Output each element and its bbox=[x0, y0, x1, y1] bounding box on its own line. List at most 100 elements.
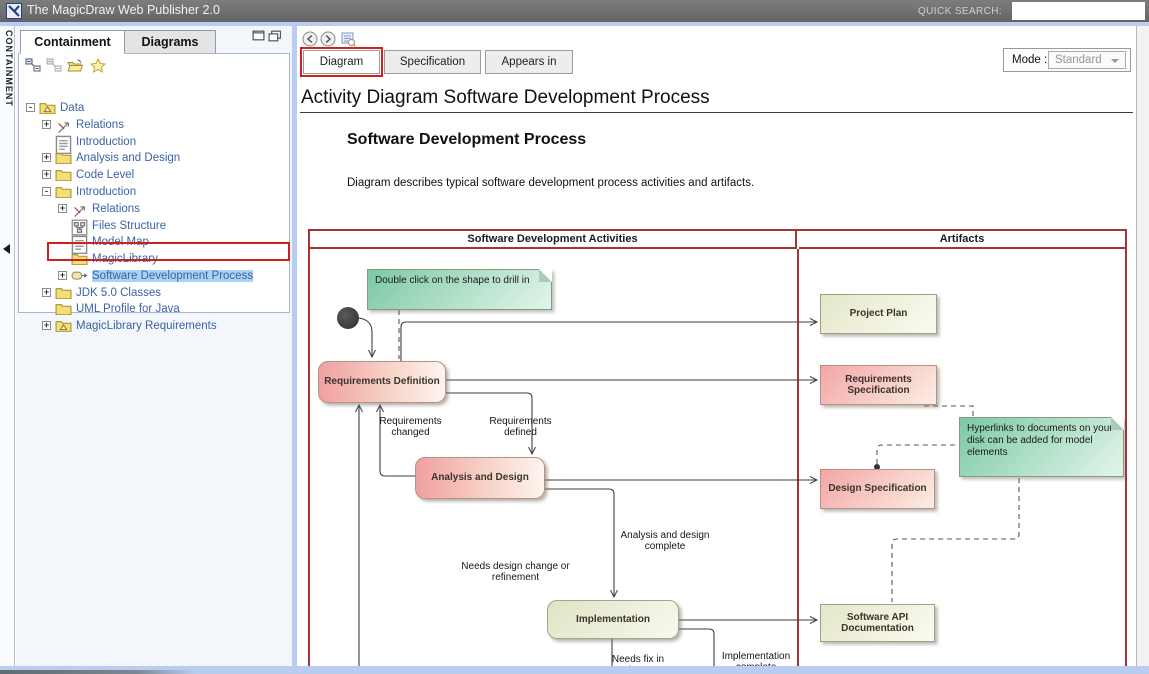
tree-item-jdk-classes[interactable]: + JDK 5.0 Classes bbox=[20, 284, 288, 301]
containment-tree-panel: - Data + Relations Introduction + Analys… bbox=[18, 53, 290, 313]
folder-icon bbox=[55, 185, 72, 199]
tree-item-label: MagicLibrary Requirements bbox=[76, 320, 217, 332]
heading-rule bbox=[300, 112, 1133, 113]
mode-control: Mode : Standard bbox=[1003, 48, 1131, 72]
tree-item-label: Introduction bbox=[76, 136, 136, 148]
sidebar-main-divider[interactable] bbox=[292, 26, 297, 666]
tree-item-label: Code Level bbox=[76, 169, 134, 181]
collapse-all-icon[interactable] bbox=[25, 58, 42, 73]
rail-label: CONTAINMENT bbox=[4, 30, 14, 107]
single-window-icon[interactable] bbox=[252, 30, 265, 41]
note-drill-in: Double click on the shape to drill in bbox=[367, 269, 552, 310]
containment-collapse-rail[interactable]: CONTAINMENT bbox=[0, 26, 15, 666]
collapse-left-arrow-icon[interactable] bbox=[3, 244, 10, 254]
expander-icon[interactable]: + bbox=[42, 120, 51, 129]
window-title: The MagicDraw Web Publisher 2.0 bbox=[27, 3, 220, 17]
tab-specification[interactable]: Specification bbox=[384, 50, 481, 74]
vertical-scrollbar[interactable] bbox=[1136, 26, 1149, 666]
tree-item-label: MagicLibrary bbox=[92, 253, 158, 265]
folder-icon bbox=[55, 168, 72, 182]
tree-item-label: JDK 5.0 Classes bbox=[76, 287, 161, 299]
tree-item-relations-2[interactable]: + Relations bbox=[20, 200, 288, 217]
edge-label-requirements-defined: Requirements defined bbox=[478, 416, 563, 438]
expander-icon[interactable]: + bbox=[42, 288, 51, 297]
mode-label: Mode : bbox=[1012, 54, 1047, 66]
expander-icon[interactable]: - bbox=[26, 103, 35, 112]
activity-analysis-and-design[interactable]: Analysis and Design bbox=[415, 457, 545, 499]
activity-requirements-definition[interactable]: Requirements Definition bbox=[318, 361, 446, 403]
tree-item-label: Data bbox=[60, 102, 84, 114]
expander-icon[interactable]: + bbox=[42, 321, 51, 330]
collapse-selected-icon[interactable] bbox=[46, 58, 63, 73]
relations-icon bbox=[55, 118, 72, 132]
edge-label-needs-fix: Needs fix in requirements bbox=[598, 654, 678, 666]
tree-item-label: Model Map bbox=[92, 236, 149, 248]
edge-label-requirements-changed: Requirements changed bbox=[368, 416, 453, 438]
activity-implementation[interactable]: Implementation bbox=[547, 600, 679, 639]
folder-icon bbox=[71, 252, 88, 266]
bottom-scrollbar-thumb[interactable] bbox=[0, 670, 196, 674]
artifact-requirements-specification[interactable]: Requirements Specification bbox=[820, 365, 937, 405]
initial-node[interactable] bbox=[337, 307, 359, 329]
tab-diagram[interactable]: Diagram bbox=[303, 50, 380, 74]
quick-search-label: QUICK SEARCH: bbox=[918, 6, 1002, 17]
mode-select[interactable]: Standard bbox=[1048, 51, 1126, 69]
artifact-software-api-documentation[interactable]: Software API Documentation bbox=[820, 604, 935, 642]
tree-item-uml-profile[interactable]: UML Profile for Java bbox=[20, 300, 288, 317]
tree-item-introduction[interactable]: Introduction bbox=[20, 133, 288, 150]
tree-item-label: Software Development Process bbox=[92, 270, 253, 282]
sidebar: Containment Diagrams bbox=[16, 26, 292, 666]
page-title: Activity Diagram Software Development Pr… bbox=[301, 87, 710, 109]
titlebar: The MagicDraw Web Publisher 2.0 QUICK SE… bbox=[0, 0, 1149, 22]
activity-diagram-icon bbox=[71, 269, 88, 283]
model-folder-icon bbox=[55, 319, 72, 333]
magicdraw-web-publisher-window: The MagicDraw Web Publisher 2.0 QUICK SE… bbox=[0, 0, 1149, 674]
document-icon bbox=[55, 135, 72, 149]
expander-icon[interactable]: + bbox=[58, 204, 67, 213]
tree-item-label: Analysis and Design bbox=[76, 152, 180, 164]
folder-icon bbox=[55, 286, 72, 300]
tree-item-label: UML Profile for Java bbox=[76, 303, 180, 315]
quick-search-input[interactable] bbox=[1012, 2, 1145, 20]
edge-label-analysis-design-complete: Analysis and design complete bbox=[620, 530, 710, 552]
tree-item-software-development-process[interactable]: + Software Development Process bbox=[20, 267, 288, 284]
model-folder-icon bbox=[39, 101, 56, 115]
expander-icon[interactable]: + bbox=[42, 170, 51, 179]
open-folder-icon[interactable] bbox=[67, 58, 84, 73]
tab-diagrams[interactable]: Diagrams bbox=[125, 30, 216, 54]
tree-item-relations[interactable]: + Relations bbox=[20, 116, 288, 133]
folder-icon bbox=[55, 151, 72, 165]
favorites-star-icon[interactable] bbox=[89, 58, 107, 73]
forward-button[interactable] bbox=[320, 31, 336, 47]
artifact-design-specification[interactable]: Design Specification bbox=[820, 469, 935, 509]
tree-item-introduction-2[interactable]: - Introduction bbox=[20, 183, 288, 200]
relations-icon bbox=[71, 202, 88, 216]
expander-icon[interactable]: - bbox=[42, 187, 51, 196]
chevron-down-icon bbox=[1111, 59, 1119, 63]
tree-item-magiclibrary[interactable]: MagicLibrary bbox=[20, 250, 288, 267]
tree-item-files-structure[interactable]: Files Structure bbox=[20, 217, 288, 234]
diagram-description: Diagram describes typical software devel… bbox=[347, 177, 754, 189]
tree-item-analysis-and-design[interactable]: + Analysis and Design bbox=[20, 149, 288, 166]
properties-button[interactable] bbox=[340, 31, 356, 47]
tree-item-data[interactable]: - Data bbox=[20, 99, 288, 116]
folder-icon bbox=[55, 302, 72, 316]
back-button[interactable] bbox=[302, 31, 318, 47]
diagram-title: Software Development Process bbox=[347, 131, 586, 149]
artifact-project-plan[interactable]: Project Plan bbox=[820, 294, 937, 334]
document-icon bbox=[71, 235, 88, 249]
tab-appears-in[interactable]: Appears in bbox=[485, 50, 573, 74]
cascade-windows-icon[interactable] bbox=[268, 30, 282, 42]
activity-diagram: Software Development Activities Artifact… bbox=[308, 229, 1127, 666]
structure-diagram-icon bbox=[71, 219, 88, 233]
tree-item-label: Relations bbox=[76, 119, 124, 131]
tree-item-code-level[interactable]: + Code Level bbox=[20, 166, 288, 183]
expander-icon[interactable]: + bbox=[58, 271, 67, 280]
tree-item-label: Introduction bbox=[76, 186, 136, 198]
tree-item-model-map[interactable]: Model Map bbox=[20, 233, 288, 250]
magicdraw-logo-icon bbox=[6, 3, 22, 19]
tree-item-magiclibrary-requirements[interactable]: + MagicLibrary Requirements bbox=[20, 317, 288, 334]
tree-item-label: Relations bbox=[92, 203, 140, 215]
tab-containment[interactable]: Containment bbox=[20, 30, 125, 54]
expander-icon[interactable]: + bbox=[42, 153, 51, 162]
